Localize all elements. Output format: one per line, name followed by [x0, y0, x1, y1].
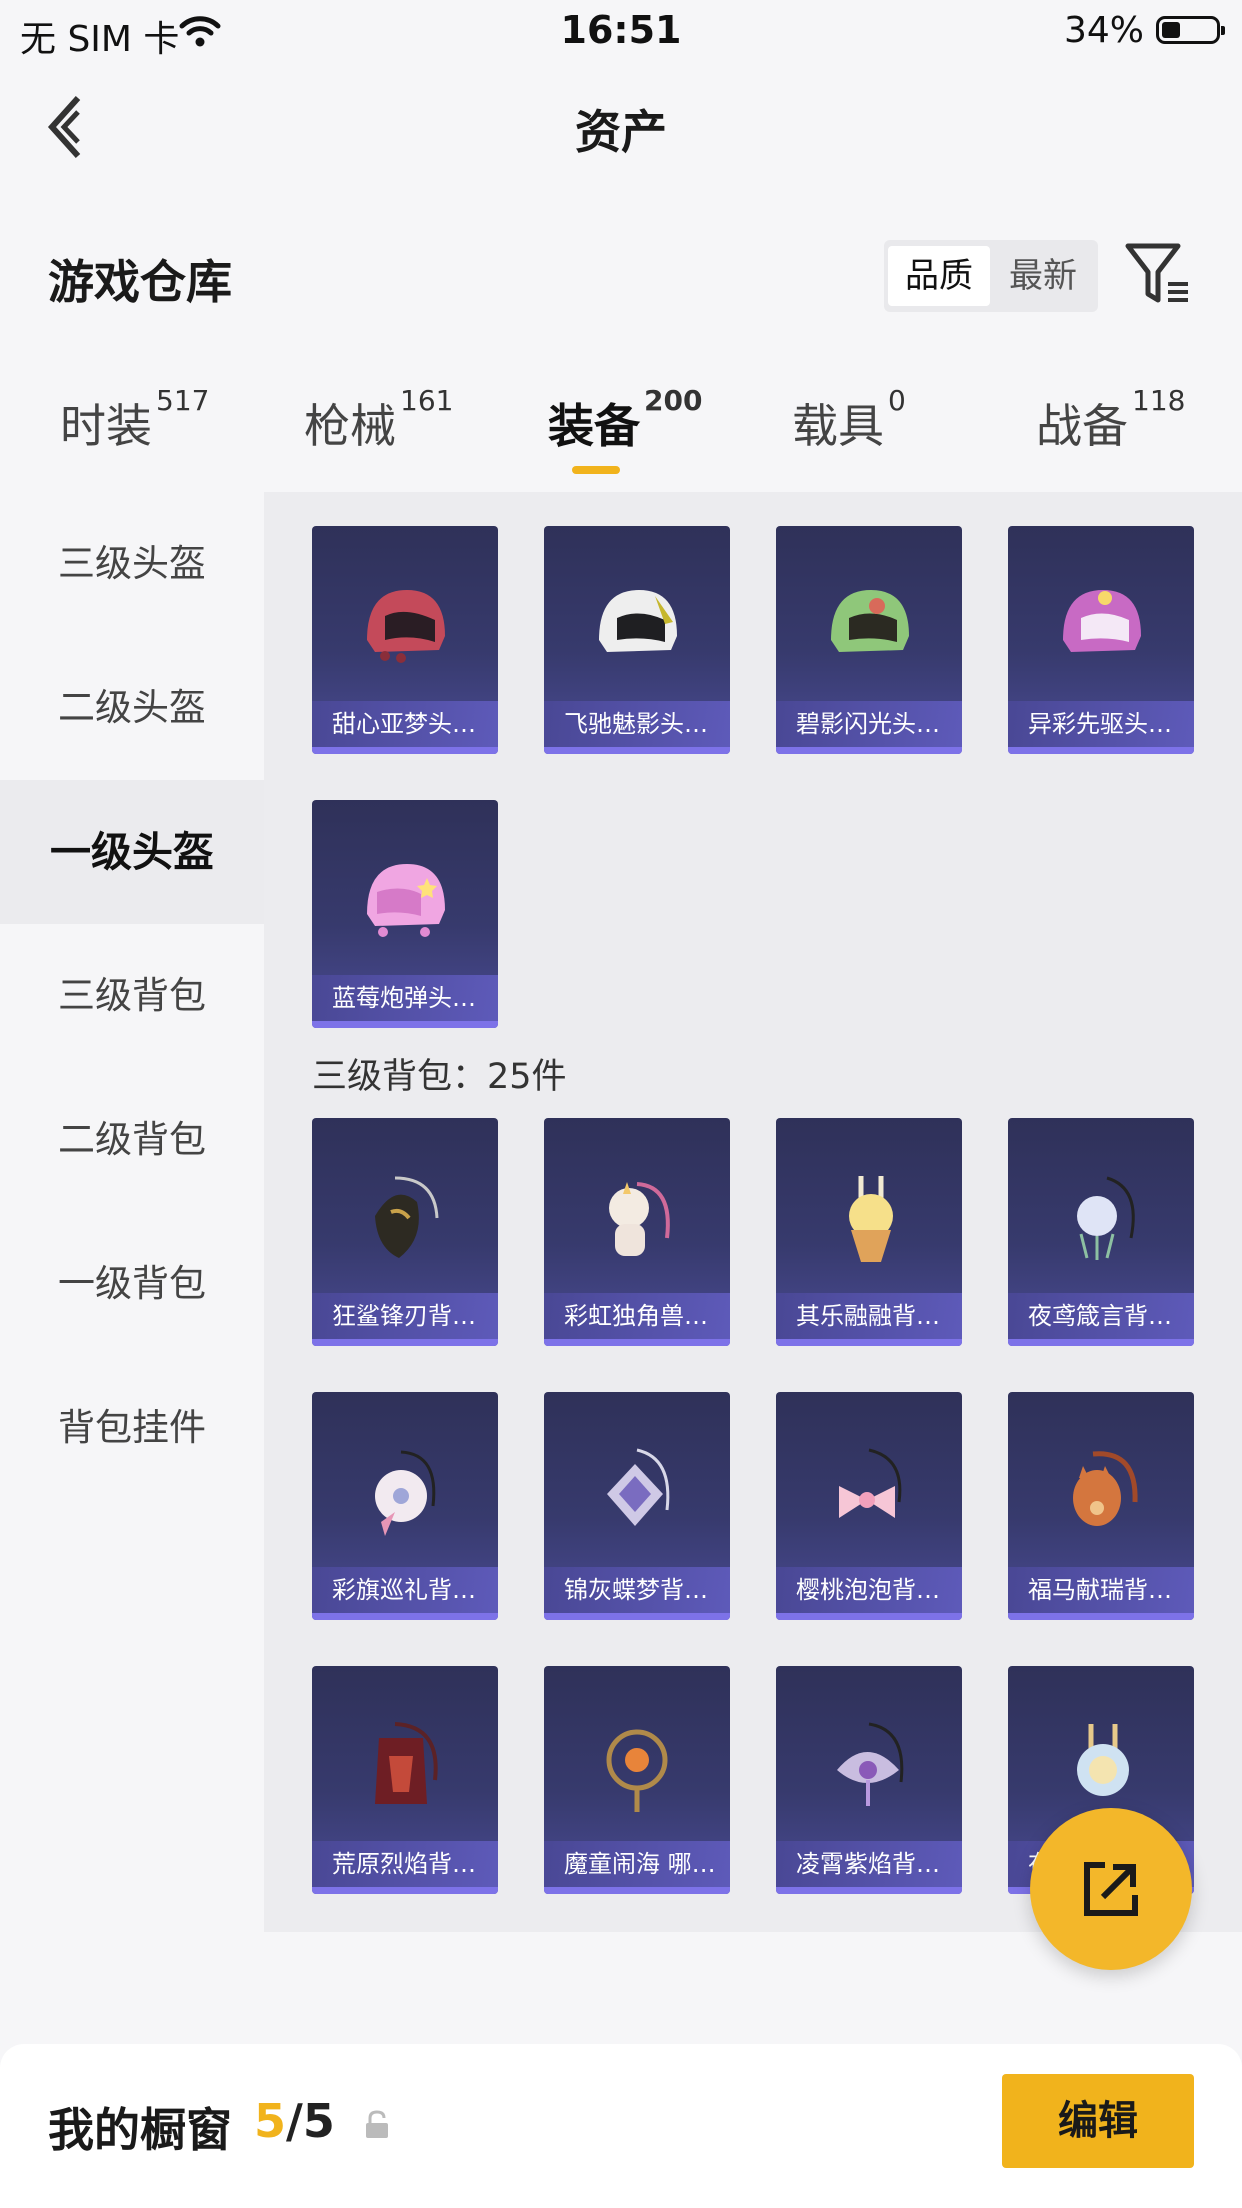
tab-gear[interactable]: 战备 118 — [1036, 384, 1185, 456]
backpack-icon — [837, 1722, 904, 1806]
helmet-icon — [367, 590, 445, 663]
backpack-icon — [1077, 1176, 1135, 1260]
helmet-icon — [831, 590, 909, 652]
helmet-icon — [367, 864, 445, 937]
tab-label: 载具 — [792, 399, 884, 453]
battery-percent: 34% — [1063, 10, 1144, 51]
backpack-icon — [375, 1176, 439, 1258]
sidebar: 三级头盔 二级头盔 一级头盔 三级背包 二级背包 一级背包 背包挂件 — [0, 492, 264, 1932]
showcase-count: 5/5 — [254, 2094, 335, 2148]
backpack-icon — [606, 1729, 668, 1812]
backpack-icon — [839, 1448, 902, 1518]
item-name: 凌霄紫焰背… — [776, 1841, 962, 1887]
item-card-backpack[interactable]: 夜鸢箴言背… — [1008, 1118, 1194, 1346]
tab-count: 0 — [888, 384, 906, 417]
section-title: 游戏仓库 — [48, 255, 232, 309]
tab-vehicles[interactable]: 载具 0 — [792, 384, 906, 456]
item-card-helmet[interactable]: 蓝莓炮弹头… — [312, 800, 498, 1028]
item-name: 彩虹独角兽… — [544, 1293, 730, 1339]
backpack-icon — [849, 1176, 893, 1262]
item-name: 彩旗巡礼背… — [312, 1567, 498, 1613]
tab-label: 战备 — [1036, 399, 1128, 453]
sort-toggle: 品质 最新 — [884, 240, 1098, 312]
sort-newest-button[interactable]: 最新 — [992, 246, 1094, 306]
item-card-backpack[interactable]: 锦灰蝶梦背… — [544, 1392, 730, 1620]
item-name: 魔童闹海 哪… — [544, 1841, 730, 1887]
tab-count: 200 — [644, 384, 703, 417]
item-card-backpack[interactable]: 魔童闹海 哪… — [544, 1666, 730, 1894]
item-card-helmet[interactable]: 甜心亚梦头… — [312, 526, 498, 754]
item-card-backpack[interactable]: 荒原烈焰背… — [312, 1666, 498, 1894]
item-card-helmet[interactable]: 异彩先驱头… — [1008, 526, 1194, 754]
share-button[interactable] — [1030, 1808, 1192, 1970]
helmet-icon — [1063, 590, 1141, 652]
showcase-bar: 我的橱窗 5/5 编辑 — [0, 2044, 1242, 2208]
showcase-count-current: 5 — [254, 2094, 287, 2148]
sidebar-item-level3-backpack[interactable]: 三级背包 — [0, 924, 264, 1068]
item-card-backpack[interactable]: 凌霄紫焰背… — [776, 1666, 962, 1894]
sort-quality-button[interactable]: 品质 — [888, 246, 990, 306]
sidebar-item-backpack-charm[interactable]: 背包挂件 — [0, 1356, 264, 1500]
share-icon — [1084, 1862, 1138, 1916]
item-name: 夜鸢箴言背… — [1008, 1293, 1194, 1339]
tab-equipment[interactable]: 装备 200 — [548, 384, 702, 456]
tab-count: 161 — [400, 384, 454, 417]
backpack-icon — [375, 1722, 438, 1804]
item-name: 碧影闪光头… — [776, 701, 962, 747]
sidebar-item-level1-helmet[interactable]: 一级头盔 — [0, 780, 264, 924]
edit-button[interactable]: 编辑 — [1002, 2074, 1194, 2168]
item-name: 福马献瑞背… — [1008, 1567, 1194, 1613]
item-card-backpack[interactable]: 樱桃泡泡背… — [776, 1392, 962, 1620]
item-name: 锦灰蝶梦背… — [544, 1567, 730, 1613]
tab-label: 枪械 — [304, 399, 396, 453]
backpack-icon — [1077, 1724, 1129, 1796]
showcase-count-total: /5 — [286, 2094, 335, 2148]
group-title-level3-backpack: 三级背包：25件 — [312, 1057, 567, 1097]
item-name: 樱桃泡泡背… — [776, 1567, 962, 1613]
sidebar-item-level3-helmet[interactable]: 三级头盔 — [0, 492, 264, 636]
item-card-backpack[interactable]: 狂鲨锋刃背… — [312, 1118, 498, 1346]
item-name: 其乐融融背… — [776, 1293, 962, 1339]
sidebar-item-level2-backpack[interactable]: 二级背包 — [0, 1068, 264, 1212]
item-name: 甜心亚梦头… — [312, 701, 498, 747]
backpack-icon — [609, 1182, 670, 1256]
sidebar-item-level1-backpack[interactable]: 一级背包 — [0, 1212, 264, 1356]
helmet-icon — [599, 590, 677, 652]
item-card-helmet[interactable]: 碧影闪光头… — [776, 526, 962, 754]
page-title: 资产 — [575, 105, 667, 159]
item-card-backpack[interactable]: 彩虹独角兽… — [544, 1118, 730, 1346]
tab-count: 118 — [1132, 384, 1186, 417]
item-name: 狂鲨锋刃背… — [312, 1293, 498, 1339]
tab-count: 517 — [156, 384, 210, 417]
item-card-helmet[interactable]: 飞驰魅影头… — [544, 526, 730, 754]
item-card-backpack[interactable]: 彩旗巡礼背… — [312, 1392, 498, 1620]
lock-icon — [366, 2110, 388, 2138]
item-card-backpack[interactable]: 其乐融融背… — [776, 1118, 962, 1346]
showcase-title: 我的橱窗 — [48, 2103, 232, 2157]
item-name: 飞驰魅影头… — [544, 701, 730, 747]
filter-icon[interactable] — [1124, 240, 1194, 306]
tab-fashion[interactable]: 时装 517 — [60, 384, 209, 456]
tab-guns[interactable]: 枪械 161 — [304, 384, 453, 456]
item-name: 荒原烈焰背… — [312, 1841, 498, 1887]
active-tab-indicator — [572, 466, 620, 474]
battery-icon — [1156, 16, 1225, 44]
backpack-icon — [375, 1450, 436, 1536]
status-bar: 无 SIM 卡 16:51 34% — [0, 0, 1242, 64]
backpack-icon — [607, 1448, 670, 1526]
tab-label: 时装 — [60, 399, 152, 453]
sidebar-item-level2-helmet[interactable]: 二级头盔 — [0, 636, 264, 780]
item-name: 异彩先驱头… — [1008, 701, 1194, 747]
item-name: 蓝莓炮弹头… — [312, 975, 498, 1021]
backpack-icon — [1073, 1451, 1138, 1526]
item-card-backpack[interactable]: 福马献瑞背… — [1008, 1392, 1194, 1620]
tab-label: 装备 — [548, 399, 640, 453]
status-time: 16:51 — [560, 8, 682, 52]
